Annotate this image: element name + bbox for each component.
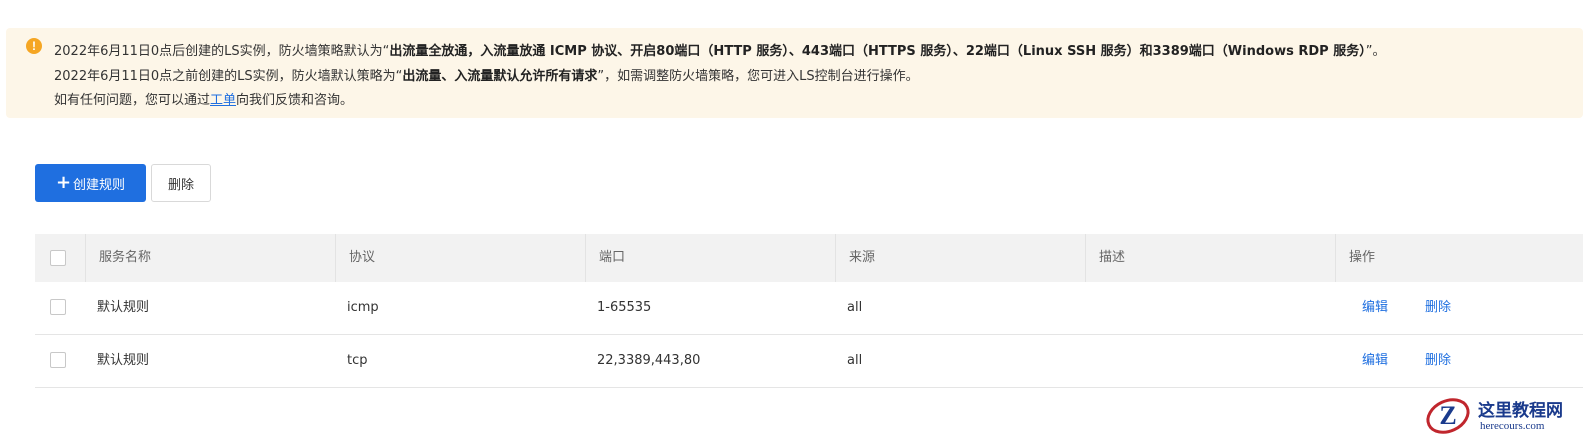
column-divider (835, 234, 836, 282)
notice-line-1-bold: 出流量全放通，入流量放通 ICMP 协议、开启80端口（HTTP 服务）、443… (389, 44, 1366, 59)
ticket-link[interactable]: 工单 (210, 93, 236, 108)
edit-link[interactable]: 编辑 (1362, 335, 1388, 387)
delete-button[interactable]: 删除 (151, 164, 211, 202)
create-rule-label: 创建规则 (73, 177, 126, 193)
column-divider (585, 234, 586, 282)
warning-icon: ! (26, 38, 42, 54)
cell-protocol: tcp (347, 353, 368, 368)
firewall-rules-table: 服务名称 协议 端口 来源 描述 操作 默认规则 icmp 1-65535 al… (35, 234, 1583, 388)
create-rule-button[interactable]: + 创建规则 (35, 164, 146, 202)
notice-line-3: 如有任何问题，您可以通过工单向我们反馈和咨询。 (54, 93, 354, 108)
column-divider (85, 234, 86, 282)
row-delete-link[interactable]: 删除 (1425, 335, 1451, 387)
row-checkbox[interactable] (50, 352, 66, 368)
site-watermark: Z 这里教程网 herecours.com (1420, 392, 1580, 440)
column-divider (1335, 234, 1336, 282)
cell-protocol: icmp (347, 300, 379, 315)
cell-service-name: 默认规则 (97, 353, 150, 368)
cell-source: all (847, 300, 863, 315)
header-port: 端口 (599, 250, 626, 265)
row-delete-link[interactable]: 删除 (1425, 282, 1451, 334)
table-row: 默认规则 tcp 22,3389,443,80 all 编辑 删除 (35, 335, 1583, 388)
edit-link[interactable]: 编辑 (1362, 282, 1388, 334)
column-divider (1085, 234, 1086, 282)
watermark-logo-letter: Z (1439, 401, 1456, 430)
header-source: 来源 (849, 250, 876, 265)
table-header: 服务名称 协议 端口 来源 描述 操作 (35, 234, 1583, 282)
notice-banner: ! 2022年6月11日0点后创建的LS实例，防火墙策略默认为“出流量全放通，入… (6, 28, 1583, 118)
cell-source: all (847, 353, 863, 368)
cell-service-name: 默认规则 (97, 300, 150, 315)
column-divider (335, 234, 336, 282)
cell-port: 1-65535 (597, 300, 652, 315)
watermark-title: 这里教程网 (1478, 401, 1563, 421)
table-row: 默认规则 icmp 1-65535 all 编辑 删除 (35, 282, 1583, 335)
select-all-checkbox[interactable] (50, 250, 66, 266)
notice-line-1: 2022年6月11日0点后创建的LS实例，防火墙策略默认为“出流量全放通，入流量… (54, 44, 1386, 59)
header-actions: 操作 (1349, 250, 1376, 265)
plus-icon: + (55, 172, 72, 193)
watermark-subtitle: herecours.com (1480, 420, 1545, 432)
delete-label: 删除 (167, 177, 194, 193)
row-checkbox[interactable] (50, 299, 66, 315)
header-service-name: 服务名称 (99, 250, 152, 265)
header-description: 描述 (1099, 250, 1126, 265)
header-protocol: 协议 (349, 250, 376, 265)
notice-line-2-bold: 出流量、入流量默认允许所有请求 (402, 69, 598, 84)
cell-port: 22,3389,443,80 (597, 353, 701, 368)
watermark-logo-icon: Z (1426, 398, 1470, 434)
notice-line-2: 2022年6月11日0点之前创建的LS实例，防火墙默认策略为“出流量、入流量默认… (54, 69, 919, 84)
